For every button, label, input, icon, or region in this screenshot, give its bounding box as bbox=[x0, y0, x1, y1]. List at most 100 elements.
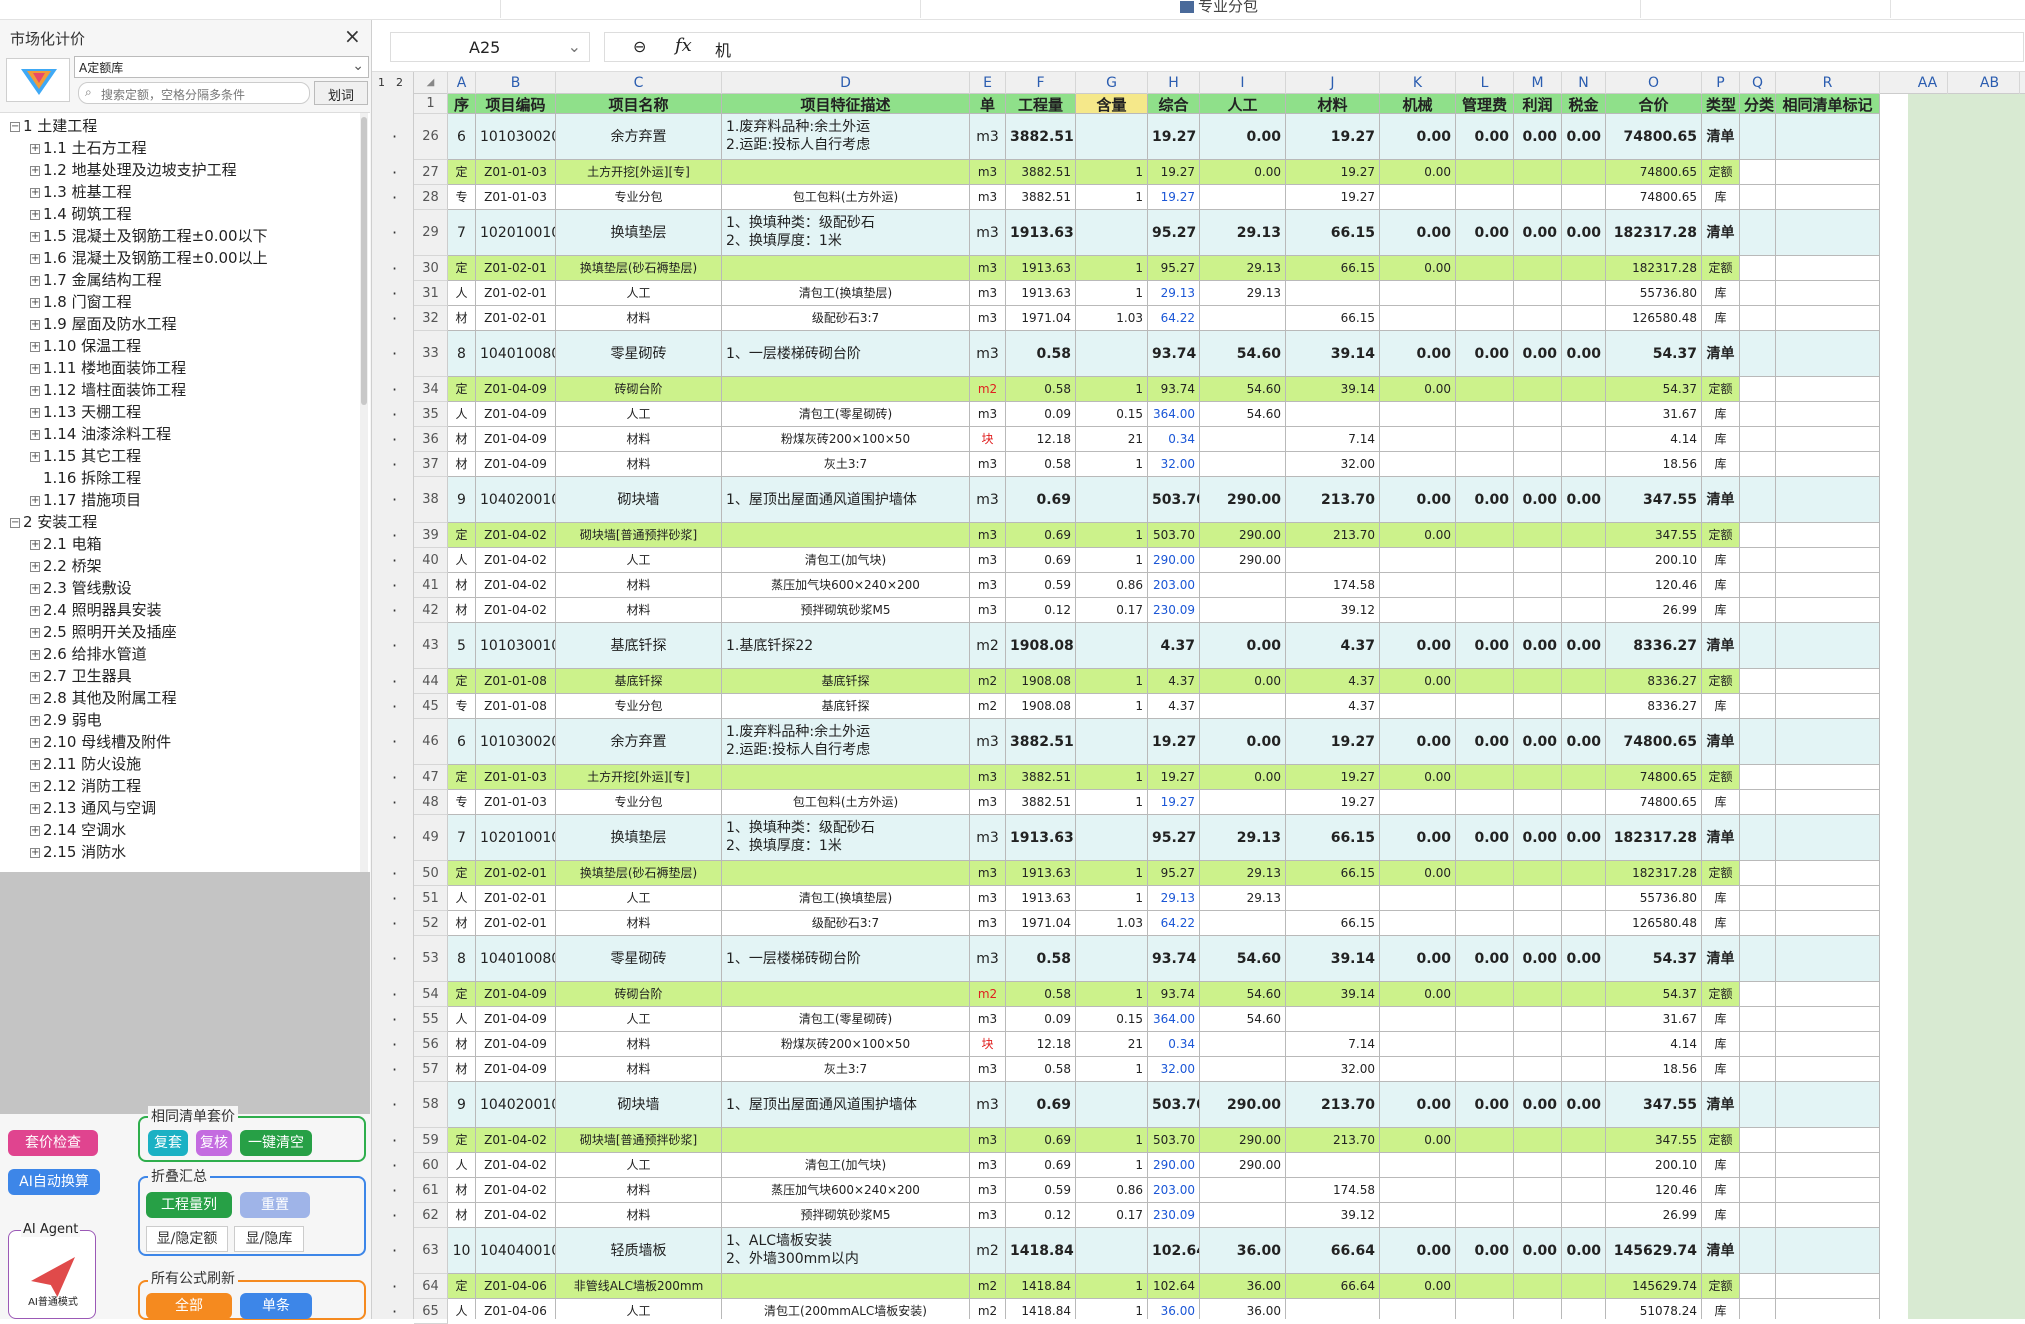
expand-icon[interactable]: + bbox=[30, 187, 40, 198]
row-header[interactable]: 33 bbox=[414, 331, 448, 377]
grid-cell[interactable]: 95.27 bbox=[1148, 256, 1200, 281]
grid-cell[interactable]: 定 bbox=[448, 669, 476, 694]
grid-cell[interactable]: 清包工(加气块) bbox=[722, 1153, 970, 1178]
grid-cell[interactable] bbox=[1380, 1057, 1456, 1082]
column-header[interactable]: J bbox=[1286, 72, 1380, 94]
recheck-button[interactable]: 复核 bbox=[196, 1130, 232, 1156]
grid-cell[interactable]: m2 bbox=[970, 623, 1006, 669]
grid-cell[interactable]: 0.00 bbox=[1380, 815, 1456, 861]
grid-cell[interactable]: Z01-04-02 bbox=[476, 1178, 556, 1203]
grid-cell[interactable] bbox=[722, 861, 970, 886]
grid-cell[interactable]: 0.15 bbox=[1076, 1007, 1148, 1032]
column-header[interactable]: Q bbox=[1740, 72, 1776, 94]
header-cell[interactable]: 分类 bbox=[1740, 94, 1776, 114]
grid-cell[interactable]: 64.22 bbox=[1148, 911, 1200, 936]
grid-cell[interactable]: 基底钎探 bbox=[722, 669, 970, 694]
grid-cell[interactable] bbox=[1200, 1203, 1286, 1228]
header-cell[interactable]: 机械 bbox=[1380, 94, 1456, 114]
grid-cell[interactable]: Z01-04-02 bbox=[476, 573, 556, 598]
grid-cell[interactable]: 专 bbox=[448, 694, 476, 719]
header-cell[interactable]: 工程量 bbox=[1006, 94, 1076, 114]
grid-cell[interactable]: m3 bbox=[970, 1082, 1006, 1128]
grid-cell[interactable]: 库 bbox=[1702, 452, 1740, 477]
grid-cell[interactable] bbox=[1514, 765, 1562, 790]
grid-cell[interactable]: 1971.04 bbox=[1006, 306, 1076, 331]
grid-cell[interactable]: 定额 bbox=[1702, 1128, 1740, 1153]
expand-icon[interactable]: + bbox=[30, 319, 40, 330]
grid-cell[interactable]: 10401008001 bbox=[476, 936, 556, 982]
grid-cell[interactable]: 4.37 bbox=[1148, 694, 1200, 719]
expand-icon[interactable]: + bbox=[30, 671, 40, 682]
tree-node[interactable]: +1.1 土石方工程 bbox=[30, 137, 147, 159]
grid-cell[interactable] bbox=[1200, 1178, 1286, 1203]
grid-cell[interactable]: 0.34 bbox=[1148, 427, 1200, 452]
grid-cell[interactable]: 0.00 bbox=[1200, 114, 1286, 160]
grid-cell-empty[interactable] bbox=[1740, 377, 1776, 402]
grid-cell[interactable]: 0.00 bbox=[1380, 1082, 1456, 1128]
grid-cell-empty[interactable] bbox=[1740, 160, 1776, 185]
grid-cell[interactable]: 230.09 bbox=[1148, 1203, 1200, 1228]
grid-cell[interactable]: 9 bbox=[448, 477, 476, 523]
tree-node[interactable]: +1.2 地基处理及边坡支护工程 bbox=[30, 159, 237, 181]
row-header[interactable]: 54 bbox=[414, 982, 448, 1007]
grid-cell[interactable]: 5 bbox=[448, 623, 476, 669]
grid-cell[interactable] bbox=[1456, 861, 1514, 886]
grid-cell[interactable]: 1、换填种类：级配砂石 2、换填厚度：1米 bbox=[722, 210, 970, 256]
grid-cell[interactable]: 级配砂石3:7 bbox=[722, 306, 970, 331]
grid-cell[interactable]: 0.00 bbox=[1514, 331, 1562, 377]
grid-cell[interactable] bbox=[1456, 1178, 1514, 1203]
grid-cell[interactable]: 定额 bbox=[1702, 765, 1740, 790]
tree-node[interactable]: +1.10 保温工程 bbox=[30, 335, 141, 357]
grid-cell[interactable] bbox=[1562, 160, 1606, 185]
grid-cell[interactable]: Z01-01-08 bbox=[476, 669, 556, 694]
grid-cell[interactable]: 0.00 bbox=[1380, 210, 1456, 256]
grid-cell[interactable]: 0.69 bbox=[1006, 477, 1076, 523]
grid-cell[interactable]: 库 bbox=[1702, 427, 1740, 452]
grid-cell[interactable]: 39.14 bbox=[1286, 377, 1380, 402]
grid-cell[interactable]: m3 bbox=[970, 452, 1006, 477]
grid-cell[interactable]: 54.60 bbox=[1200, 402, 1286, 427]
quantity-list-button[interactable]: 工程量列 bbox=[146, 1192, 232, 1218]
grid-cell[interactable]: 库 bbox=[1702, 790, 1740, 815]
grid-cell[interactable]: m3 bbox=[970, 306, 1006, 331]
grid-cell[interactable] bbox=[1456, 1203, 1514, 1228]
grid-cell-empty[interactable] bbox=[1740, 452, 1776, 477]
grid-cell[interactable] bbox=[1076, 623, 1148, 669]
grid-cell-empty[interactable] bbox=[1776, 623, 1880, 669]
grid-cell[interactable] bbox=[1562, 402, 1606, 427]
tree-node[interactable]: +1.11 楼地面装饰工程 bbox=[30, 357, 186, 379]
grid-cell[interactable]: m3 bbox=[970, 114, 1006, 160]
grid-cell-empty[interactable] bbox=[1776, 114, 1880, 160]
grid-cell[interactable]: 清单 bbox=[1702, 210, 1740, 256]
grid-cell[interactable]: 1 bbox=[1076, 694, 1148, 719]
grid-cell[interactable] bbox=[1456, 427, 1514, 452]
grid-cell[interactable] bbox=[1562, 377, 1606, 402]
grid-cell[interactable]: 基底钎探 bbox=[556, 623, 722, 669]
grid-cell[interactable] bbox=[1076, 210, 1148, 256]
grid-cell[interactable]: 材料 bbox=[556, 306, 722, 331]
grid-cell[interactable]: 余方弃置 bbox=[556, 719, 722, 765]
grid-cell[interactable] bbox=[1380, 185, 1456, 210]
tree-node[interactable]: +1.4 砌筑工程 bbox=[30, 203, 132, 225]
row-header[interactable]: 29 bbox=[414, 210, 448, 256]
grid-cell[interactable]: 0.69 bbox=[1006, 1128, 1076, 1153]
grid-cell[interactable]: 0.00 bbox=[1380, 331, 1456, 377]
grid-cell-empty[interactable] bbox=[1740, 1032, 1776, 1057]
grid-cell[interactable] bbox=[1076, 477, 1148, 523]
grid-cell[interactable]: 36.00 bbox=[1148, 1299, 1200, 1319]
grid-cell[interactable]: 0.00 bbox=[1200, 160, 1286, 185]
split-words-button[interactable]: 划词 bbox=[314, 81, 368, 105]
row-header[interactable]: 61 bbox=[414, 1178, 448, 1203]
grid-cell[interactable]: 清单 bbox=[1702, 719, 1740, 765]
grid-cell[interactable]: m3 bbox=[970, 790, 1006, 815]
grid-cell[interactable]: 4.37 bbox=[1148, 669, 1200, 694]
expand-icon[interactable]: + bbox=[30, 715, 40, 726]
grid-cell[interactable]: 19.27 bbox=[1148, 185, 1200, 210]
clear-all-button[interactable]: 一键清空 bbox=[240, 1130, 312, 1156]
grid-cell[interactable]: 29.13 bbox=[1200, 256, 1286, 281]
grid-cell[interactable] bbox=[1514, 1178, 1562, 1203]
tree-node[interactable]: +2.11 防火设施 bbox=[30, 753, 141, 775]
grid-cell[interactable]: 39.12 bbox=[1286, 1203, 1380, 1228]
grid-cell[interactable]: 1.废弃料品种:余土外运 2.运距:投标人自行考虑 bbox=[722, 719, 970, 765]
ai-calc-button[interactable]: AI自动换算 bbox=[8, 1169, 100, 1195]
